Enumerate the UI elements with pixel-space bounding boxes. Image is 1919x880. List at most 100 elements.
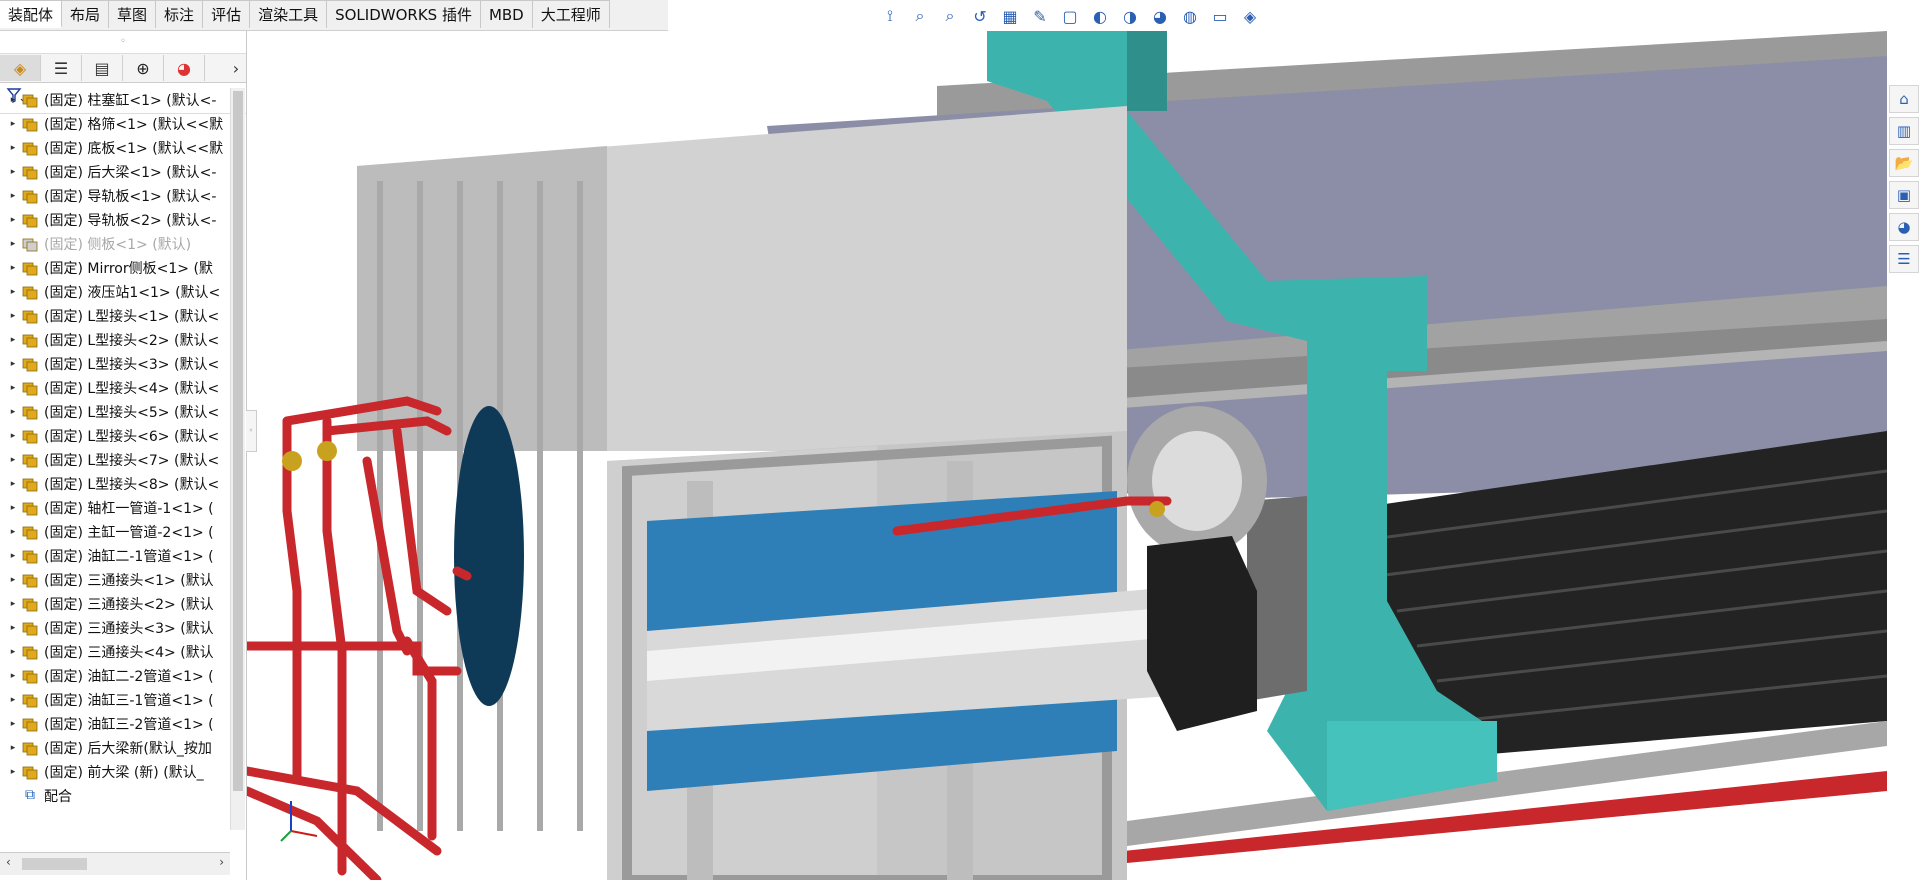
tab-8[interactable]: 大工程师 — [532, 0, 610, 28]
section-view-icon[interactable]: ▦ — [998, 4, 1022, 28]
expand-arrow-icon[interactable]: ▸ — [6, 623, 20, 633]
tree-item[interactable]: ▸ (固定) 导轨板<2> (默认<- — [0, 208, 230, 232]
zoom-to-fit-icon[interactable]: ⌕ — [908, 4, 932, 28]
expand-arrow-icon[interactable]: ▸ — [6, 287, 20, 297]
expand-arrow-icon[interactable]: ▸ — [6, 239, 20, 249]
dynamic-annotation-icon[interactable]: ✎ — [1028, 4, 1052, 28]
scroll-left-icon[interactable]: ‹ — [6, 855, 11, 869]
tree-item[interactable]: ▸ (固定) 油缸三-1管道<1> ( — [0, 688, 230, 712]
chevron-right-icon[interactable]: › — [226, 59, 246, 78]
tab-6[interactable]: SOLIDWORKS 插件 — [327, 0, 481, 28]
tree-item[interactable]: ▸ (固定) L型接头<7> (默认< — [0, 448, 230, 472]
zoom-area-icon[interactable]: ⌕ — [938, 4, 962, 28]
expand-arrow-icon[interactable]: ▸ — [6, 719, 20, 729]
view-orientation-icon[interactable]: ⟟ — [878, 4, 902, 28]
appearances-icon[interactable]: ◕ — [1889, 213, 1919, 241]
expand-arrow-icon[interactable]: ▸ — [6, 551, 20, 561]
scroll-right-icon[interactable]: › — [219, 855, 224, 869]
tree-item[interactable]: ▸ (固定) 后大梁新(默认_按加 — [0, 736, 230, 760]
expand-arrow-icon[interactable]: ▸ — [6, 335, 20, 345]
tree-item[interactable]: ▸ (固定) L型接头<8> (默认< — [0, 472, 230, 496]
panel-grip[interactable]: ◦ — [0, 31, 246, 53]
tree-item[interactable]: ▸ (固定) 底板<1> (默认<<默 — [0, 136, 230, 160]
tree-item[interactable]: ▸ (固定) L型接头<3> (默认< — [0, 352, 230, 376]
tree-item[interactable]: ▸ (固定) 主缸一管道-2<1> ( — [0, 520, 230, 544]
tree-item[interactable]: ▸ (固定) L型接头<1> (默认< — [0, 304, 230, 328]
tree-item[interactable]: ▸ (固定) Mirror侧板<1> (默 — [0, 256, 230, 280]
tree-item[interactable]: ▸ (固定) 格筛<1> (默认<<默 — [0, 112, 230, 136]
tab-2[interactable]: 草图 — [109, 0, 157, 28]
tab-0[interactable]: 装配体 — [0, 0, 63, 28]
expand-arrow-icon[interactable]: ▸ — [6, 671, 20, 681]
expand-arrow-icon[interactable]: ▸ — [6, 407, 20, 417]
previous-view-icon[interactable]: ↺ — [968, 4, 992, 28]
expand-arrow-icon[interactable]: ▸ — [6, 311, 20, 321]
featuremanager-tab[interactable]: ◈ — [0, 55, 41, 81]
expand-arrow-icon[interactable]: ▸ — [6, 647, 20, 657]
tree-item[interactable]: ▸ (固定) L型接头<6> (默认< — [0, 424, 230, 448]
tree-item[interactable]: ▸ (固定) 油缸三-2管道<1> ( — [0, 712, 230, 736]
expand-arrow-icon[interactable]: ▸ — [6, 695, 20, 705]
tree-item[interactable]: ▸ (固定) 侧板<1> (默认) — [0, 232, 230, 256]
tree-item[interactable]: ▸ (固定) 油缸二-1管道<1> ( — [0, 544, 230, 568]
expand-arrow-icon[interactable]: ▸ — [6, 359, 20, 369]
expand-arrow-icon[interactable]: ▸ — [6, 455, 20, 465]
expand-arrow-icon[interactable]: ▸ — [6, 95, 20, 105]
tree-horizontal-scrollbar[interactable]: ‹ › — [0, 852, 230, 875]
tree-item[interactable]: ▸ (固定) 三通接头<3> (默认 — [0, 616, 230, 640]
view-selector-icon[interactable]: ▢ — [1058, 4, 1082, 28]
file-explorer-icon[interactable]: 📂 — [1889, 149, 1919, 177]
tab-5[interactable]: 渲染工具 — [250, 0, 328, 28]
expand-arrow-icon[interactable]: ▸ — [6, 575, 20, 585]
expand-arrow-icon[interactable]: ▸ — [6, 191, 20, 201]
tab-3[interactable]: 标注 — [156, 0, 204, 28]
expand-arrow-icon[interactable]: ▸ — [6, 263, 20, 273]
tree-vertical-scrollbar[interactable] — [230, 88, 245, 830]
tree-item[interactable]: ▸ (固定) L型接头<4> (默认< — [0, 376, 230, 400]
tree-item[interactable]: ▸ (固定) 柱塞缸<1> (默认<- — [0, 88, 230, 112]
hide-show-items-icon[interactable]: ◑ — [1118, 4, 1142, 28]
tree-item[interactable]: ▸ (固定) 前大梁 (新) (默认_ — [0, 760, 230, 784]
expand-arrow-icon[interactable]: ▸ — [6, 767, 20, 777]
scroll-thumb[interactable] — [22, 858, 87, 870]
design-library-icon[interactable]: ▥ — [1889, 117, 1919, 145]
displaymanager-tab[interactable]: ◕ — [164, 55, 205, 81]
home-icon[interactable]: ⌂ — [1889, 85, 1919, 113]
tree-item[interactable]: ▸ (固定) 后大梁<1> (默认<- — [0, 160, 230, 184]
configurationmanager-tab[interactable]: ▤ — [82, 55, 123, 81]
tab-1[interactable]: 布局 — [62, 0, 110, 28]
tree-item[interactable]: ▸ (固定) 三通接头<2> (默认 — [0, 592, 230, 616]
expand-arrow-icon[interactable]: ▸ — [6, 383, 20, 393]
tree-item[interactable]: ▸ (固定) 油缸二-2管道<1> ( — [0, 664, 230, 688]
custom-properties-icon[interactable]: ☰ — [1889, 245, 1919, 273]
3d-box-icon[interactable]: ◈ — [1238, 4, 1262, 28]
expand-arrow-icon[interactable]: ▸ — [6, 503, 20, 513]
view-palette-icon[interactable]: ▣ — [1889, 181, 1919, 209]
graphics-area[interactable] — [247, 31, 1887, 880]
expand-arrow-icon[interactable]: ▸ — [6, 743, 20, 753]
view-settings-icon[interactable]: ▭ — [1208, 4, 1232, 28]
expand-arrow-icon[interactable]: ▸ — [6, 167, 20, 177]
dimxpertmanager-tab[interactable]: ⊕ — [123, 55, 164, 81]
scroll-thumb[interactable] — [233, 91, 243, 791]
tab-7[interactable]: MBD — [480, 0, 533, 28]
tab-4[interactable]: 评估 — [203, 0, 251, 28]
tree-item[interactable]: ▸ (固定) 轴杠一管道-1<1> ( — [0, 496, 230, 520]
tree-item[interactable]: ▸ (固定) 三通接头<4> (默认 — [0, 640, 230, 664]
expand-arrow-icon[interactable]: ▸ — [6, 431, 20, 441]
expand-arrow-icon[interactable]: ▸ — [6, 143, 20, 153]
tree-item[interactable]: ▸ (固定) 液压站1<1> (默认< — [0, 280, 230, 304]
tree-item[interactable]: ▸ (固定) 三通接头<1> (默认 — [0, 568, 230, 592]
edit-appearance-icon[interactable]: ◕ — [1148, 4, 1172, 28]
expand-arrow-icon[interactable]: ▸ — [6, 527, 20, 537]
display-style-icon[interactable]: ◐ — [1088, 4, 1112, 28]
tree-item[interactable]: ▸ (固定) L型接头<5> (默认< — [0, 400, 230, 424]
expand-arrow-icon[interactable]: ▸ — [6, 599, 20, 609]
tree-item-mates[interactable]: ⧉ 配合 — [0, 784, 230, 808]
tree-item[interactable]: ▸ (固定) L型接头<2> (默认< — [0, 328, 230, 352]
expand-arrow-icon[interactable]: ▸ — [6, 479, 20, 489]
propertymanager-tab[interactable]: ☰ — [41, 55, 82, 81]
expand-arrow-icon[interactable]: ▸ — [6, 119, 20, 129]
expand-arrow-icon[interactable]: ▸ — [6, 215, 20, 225]
tree-item[interactable]: ▸ (固定) 导轨板<1> (默认<- — [0, 184, 230, 208]
